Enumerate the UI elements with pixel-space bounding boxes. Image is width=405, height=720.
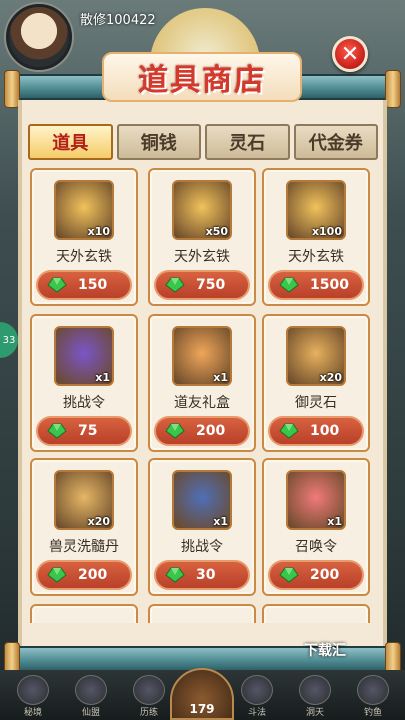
jade-gem-icon bbox=[47, 567, 67, 583]
nav-label: 秘境 bbox=[23, 708, 42, 718]
item-quantity: x1 bbox=[95, 371, 110, 384]
jade-gem-icon bbox=[165, 423, 185, 439]
shop-title: 道具商店 bbox=[138, 63, 266, 98]
nav-item[interactable]: 秘境 bbox=[10, 674, 56, 718]
buy-button[interactable]: 30 bbox=[154, 560, 250, 590]
close-button[interactable]: ✕ bbox=[332, 36, 368, 72]
shop-item-card[interactable]: x1 召唤令 200 bbox=[262, 458, 370, 596]
item-name: 天外玄铁 bbox=[56, 249, 112, 265]
watermark: 下载汇 bbox=[304, 643, 346, 659]
shop-item-card-partial[interactable] bbox=[262, 604, 370, 623]
item-name: 召唤令 bbox=[295, 539, 337, 555]
nav-item[interactable]: 历练 bbox=[126, 674, 172, 718]
spirit-stone-icon: x20 bbox=[286, 326, 346, 386]
scroll-cap-right bbox=[385, 70, 401, 108]
player-avatar[interactable] bbox=[6, 4, 72, 70]
item-price: 100 bbox=[310, 423, 340, 439]
item-price: 200 bbox=[78, 567, 108, 583]
nav-label: 历练 bbox=[139, 708, 158, 718]
meteor-iron-icon: x50 bbox=[172, 180, 232, 240]
nav-icon bbox=[17, 675, 49, 705]
item-quantity: x10 bbox=[87, 225, 110, 238]
shop-item-card-partial[interactable] bbox=[30, 604, 138, 623]
item-price: 1500 bbox=[310, 277, 349, 293]
jade-gem-icon bbox=[47, 423, 67, 439]
nav-label: 斗法 bbox=[247, 708, 266, 718]
item-grid: x10 天外玄铁 150 x50 天外玄铁 750 x100 天外玄铁 1500… bbox=[30, 168, 376, 623]
item-price: 200 bbox=[196, 423, 226, 439]
tab-voucher[interactable]: 代金券 bbox=[293, 124, 378, 160]
nav-item[interactable]: 钓鱼 bbox=[350, 674, 396, 718]
tab-items[interactable]: 道具 bbox=[28, 124, 113, 160]
item-name: 天外玄铁 bbox=[174, 249, 230, 265]
nav-icon bbox=[133, 675, 165, 705]
buy-button[interactable]: 200 bbox=[154, 416, 250, 446]
item-name: 御灵石 bbox=[295, 395, 337, 411]
buy-button[interactable]: 200 bbox=[268, 560, 364, 590]
item-quantity: x100 bbox=[311, 225, 342, 238]
nav-item[interactable]: 洞天 bbox=[292, 674, 338, 718]
item-quantity: x1 bbox=[213, 371, 228, 384]
jade-gem-icon bbox=[47, 277, 67, 293]
jade-gem-icon bbox=[279, 277, 299, 293]
nav-icon bbox=[357, 675, 389, 705]
item-price: 150 bbox=[78, 277, 108, 293]
nav-icon bbox=[75, 675, 107, 705]
shop-item-card[interactable]: x50 天外玄铁 750 bbox=[148, 168, 256, 306]
player-name: 散修100422 bbox=[80, 13, 156, 28]
shop-item-card[interactable]: x1 道友礼盒 200 bbox=[148, 314, 256, 452]
item-name: 兽灵洗髓丹 bbox=[49, 539, 119, 555]
item-quantity: x20 bbox=[319, 371, 342, 384]
tab-spirit-stone[interactable]: 灵石 bbox=[205, 124, 290, 160]
shop-tabs: 道具 铜钱 灵石 代金券 bbox=[28, 124, 378, 162]
nav-label: 洞天 bbox=[305, 708, 324, 718]
item-quantity: x1 bbox=[213, 515, 228, 528]
summon-token-icon: x1 bbox=[286, 470, 346, 530]
shop-item-card-partial[interactable] bbox=[148, 604, 256, 623]
pill-icon: x20 bbox=[54, 470, 114, 530]
item-price: 200 bbox=[310, 567, 340, 583]
shop-item-card[interactable]: x1 挑战令 75 bbox=[30, 314, 138, 452]
meteor-iron-icon: x100 bbox=[286, 180, 346, 240]
buy-button[interactable]: 75 bbox=[36, 416, 132, 446]
jade-gem-icon bbox=[279, 423, 299, 439]
buy-button[interactable]: 750 bbox=[154, 270, 250, 300]
shop-item-card[interactable]: x20 兽灵洗髓丹 200 bbox=[30, 458, 138, 596]
item-quantity: x20 bbox=[87, 515, 110, 528]
jade-gem-icon bbox=[279, 567, 299, 583]
shop-item-card[interactable]: x100 天外玄铁 1500 bbox=[262, 168, 370, 306]
jade-gem-icon bbox=[165, 277, 185, 293]
challenge-token-icon: x1 bbox=[172, 470, 232, 530]
nav-icon bbox=[299, 675, 331, 705]
nav-item[interactable]: 仙盟 bbox=[68, 674, 114, 718]
nav-item[interactable]: 斗法 bbox=[234, 674, 280, 718]
item-name: 道友礼盒 bbox=[174, 395, 230, 411]
item-price: 30 bbox=[196, 567, 216, 583]
buy-button[interactable]: 100 bbox=[268, 416, 364, 446]
item-quantity: x1 bbox=[327, 515, 342, 528]
item-name: 天外玄铁 bbox=[288, 249, 344, 265]
tab-copper[interactable]: 铜钱 bbox=[116, 124, 201, 160]
nav-label: 钓鱼 bbox=[363, 708, 382, 718]
nav-icon bbox=[241, 675, 273, 705]
center-nav-value: 179 bbox=[189, 702, 215, 716]
item-name: 挑战令 bbox=[63, 395, 105, 411]
challenge-token-icon: x1 bbox=[54, 326, 114, 386]
nav-label: 仙盟 bbox=[81, 708, 100, 718]
item-quantity: x50 bbox=[205, 225, 228, 238]
shop-item-card[interactable]: x20 御灵石 100 bbox=[262, 314, 370, 452]
buy-button[interactable]: 200 bbox=[36, 560, 132, 590]
shop-item-card[interactable]: x10 天外玄铁 150 bbox=[30, 168, 138, 306]
shop-item-card[interactable]: x1 挑战令 30 bbox=[148, 458, 256, 596]
buy-button[interactable]: 150 bbox=[36, 270, 132, 300]
buy-button[interactable]: 1500 bbox=[268, 270, 364, 300]
item-price: 750 bbox=[196, 277, 226, 293]
gift-box-icon: x1 bbox=[172, 326, 232, 386]
item-name: 挑战令 bbox=[181, 539, 223, 555]
meteor-iron-icon: x10 bbox=[54, 180, 114, 240]
jade-gem-icon bbox=[165, 567, 185, 583]
shop-title-banner: 道具商店 bbox=[102, 52, 302, 102]
item-price: 75 bbox=[78, 423, 98, 439]
